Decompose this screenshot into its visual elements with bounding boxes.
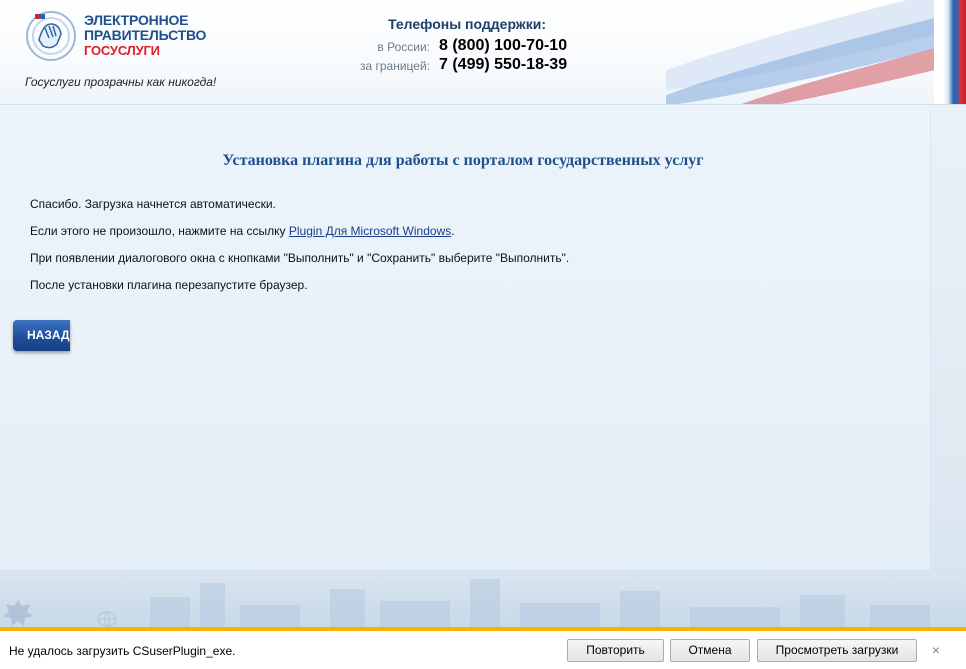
- flag-decoration: [666, 0, 966, 104]
- phone-label-russia: в России:: [377, 40, 430, 54]
- plugin-download-link[interactable]: Plugin Для Microsoft Windows: [289, 224, 451, 238]
- flag-edge-decoration: [934, 0, 966, 104]
- gosuslugi-logo-icon[interactable]: [25, 10, 77, 62]
- view-downloads-button[interactable]: Просмотреть загрузки: [757, 639, 917, 662]
- site-header: ЭЛЕКТРОННОЕ ПРАВИТЕЛЬСТВО ГОСУСЛУГИ Госу…: [0, 0, 966, 105]
- instruction-line-2-suffix: .: [451, 224, 455, 238]
- support-phones-title: Телефоны поддержки:: [388, 16, 547, 32]
- brand-line-3: ГОСУСЛУГИ: [84, 43, 160, 58]
- brand-line-1: ЭЛЕКТРОННОЕ: [84, 12, 189, 28]
- phone-label-abroad: за границей:: [359, 59, 430, 73]
- instruction-line-4: После установки плагина перезапустите бр…: [30, 278, 308, 292]
- instruction-line-3: При появлении диалогового окна с кнопкам…: [30, 251, 570, 265]
- phone-row-abroad: за границей: 7 (499) 550-18-39: [360, 56, 639, 76]
- content-panel: [0, 110, 931, 571]
- brand-line-2: ПРАВИТЕЛЬСТВО: [84, 27, 207, 43]
- instruction-line-1: Спасибо. Загрузка начнется автоматически…: [30, 197, 276, 211]
- globe-icon: [97, 611, 117, 627]
- instruction-line-2: Если этого не произошло, нажмите на ссыл…: [30, 224, 455, 238]
- back-button[interactable]: НАЗАД: [13, 320, 70, 351]
- slogan: Госуслуги прозрачны как никогда!: [25, 75, 217, 89]
- skyline-decoration: [0, 575, 966, 627]
- download-notification-bar: Не удалось загрузить CSuserPlugin_exe. П…: [0, 627, 966, 669]
- download-error-message: Не удалось загрузить CSuserPlugin_exe.: [9, 644, 236, 658]
- brand-name[interactable]: ЭЛЕКТРОННОЕ ПРАВИТЕЛЬСТВО ГОСУСЛУГИ: [84, 12, 207, 59]
- state-emblem-icon: [3, 600, 33, 626]
- phone-row-russia: в России: 8 (800) 100-70-10: [377, 37, 639, 57]
- cancel-button[interactable]: Отмена: [670, 639, 750, 662]
- portal-page: ЭЛЕКТРОННОЕ ПРАВИТЕЛЬСТВО ГОСУСЛУГИ Госу…: [0, 0, 966, 627]
- retry-button[interactable]: Повторить: [567, 639, 664, 662]
- phone-number-russia: 8 (800) 100-70-10: [439, 37, 568, 54]
- page-title: Установка плагина для работы с порталом …: [222, 152, 704, 169]
- close-icon[interactable]: ×: [929, 643, 943, 657]
- instruction-line-2-prefix: Если этого не произошло, нажмите на ссыл…: [30, 224, 289, 238]
- phone-number-abroad: 7 (499) 550-18-39: [439, 56, 568, 73]
